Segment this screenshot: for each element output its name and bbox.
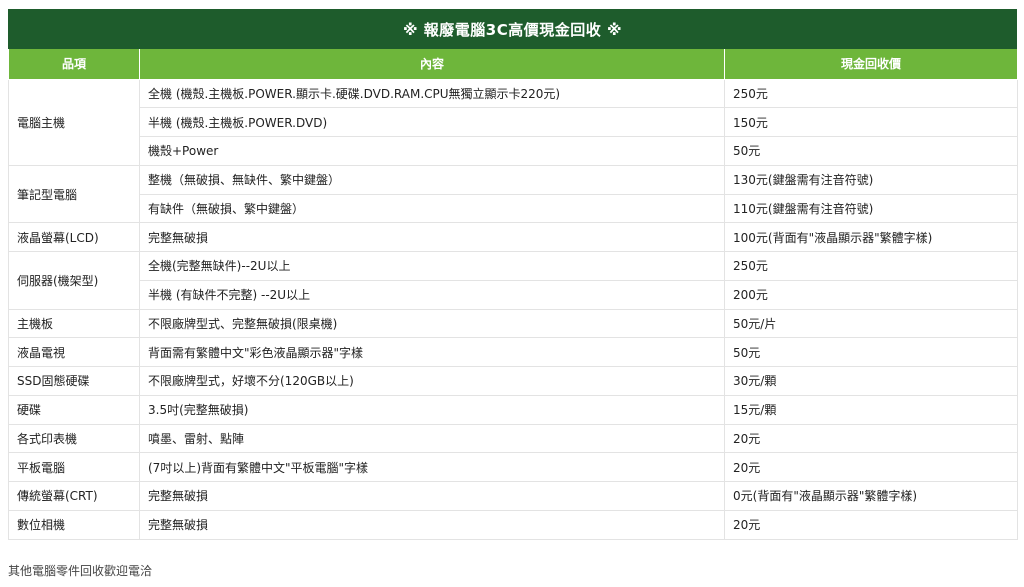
row-price-cell: 20元 bbox=[724, 423, 1018, 454]
table-row: 主機板 不限廠牌型式、完整無破損(限桌機) 50元/片 bbox=[8, 308, 1018, 339]
row-item-cell: 液晶電視 bbox=[8, 337, 140, 367]
row-content-cell: 不限廠牌型式、完整無破損(限桌機) bbox=[139, 308, 725, 339]
row-price-cell: 15元/顆 bbox=[724, 394, 1018, 425]
row-item-cell: 主機板 bbox=[8, 308, 140, 339]
row-content-cell: 全機(完整無缺件)--2U以上 bbox=[139, 251, 725, 281]
table-row: 液晶螢幕(LCD) 完整無破損 100元(背面有"液晶顯示器"繁體字樣) bbox=[8, 222, 1018, 252]
row-price-cell: 100元(背面有"液晶顯示器"繁體字樣) bbox=[724, 222, 1018, 252]
row-content-cell: (7吋以上)背面有繁體中文"平板電腦"字樣 bbox=[139, 452, 725, 482]
table-row: 伺服器(機架型) 全機(完整無缺件)--2U以上 250元 bbox=[8, 251, 1018, 310]
row-price-cell: 50元 bbox=[724, 136, 1018, 166]
table-row: 機殼+Power 50元 bbox=[9, 136, 1018, 166]
row-item-cell: SSD固態硬碟 bbox=[8, 366, 140, 396]
table-row: 平板電腦 (7吋以上)背面有繁體中文"平板電腦"字樣 20元 bbox=[8, 452, 1018, 482]
row-content-cell: 有缺件（無破損、繁中鍵盤） bbox=[139, 193, 725, 224]
row-price-cell: 130元(鍵盤需有注音符號) bbox=[724, 164, 1018, 195]
row-content-cell: 半機 (機殼.主機板.POWER.DVD) bbox=[139, 107, 725, 137]
table-row: SSD固態硬碟 不限廠牌型式，好壞不分(120GB以上) 30元/顆 bbox=[8, 366, 1018, 396]
row-item-cell: 各式印表機 bbox=[8, 423, 140, 454]
row-price-cell: 250元 bbox=[724, 78, 1018, 109]
row-item-cell: 平板電腦 bbox=[8, 452, 140, 482]
row-price-cell: 200元 bbox=[724, 279, 1018, 310]
row-price-cell: 110元(鍵盤需有注音符號) bbox=[724, 193, 1018, 224]
row-price-cell: 50元/片 bbox=[724, 308, 1018, 339]
table-body: 電腦主機 全機 (機殼.主機板.POWER.顯示卡.硬碟.DVD.RAM.CPU無… bbox=[8, 78, 1018, 540]
row-item-cell: 傳統螢幕(CRT) bbox=[8, 481, 140, 511]
row-content-cell: 3.5吋(完整無破損) bbox=[139, 394, 725, 425]
row-price-cell: 250元 bbox=[724, 251, 1018, 281]
row-content-cell: 半機 (有缺件不完整) --2U以上 bbox=[139, 279, 725, 310]
row-item-cell: 硬碟 bbox=[8, 394, 140, 425]
row-content-cell: 全機 (機殼.主機板.POWER.顯示卡.硬碟.DVD.RAM.CPU無獨立顯示… bbox=[139, 78, 725, 109]
row-price-cell: 150元 bbox=[724, 107, 1018, 137]
table-row: 筆記型電腦 整機（無破損、無缺件、繁中鍵盤） 130元(鍵盤需有注音符號) bbox=[8, 164, 1018, 224]
table-row: 有缺件（無破損、繁中鍵盤） 110元(鍵盤需有注音符號) bbox=[9, 193, 1018, 224]
table-title: ※ 報廢電腦3C高價現金回收 ※ bbox=[8, 9, 1017, 49]
table-row: 數位相機 完整無破損 20元 bbox=[8, 509, 1018, 540]
row-price-cell: 0元(背面有"液晶顯示器"繁體字樣) bbox=[724, 481, 1018, 511]
table-row: 電腦主機 全機 (機殼.主機板.POWER.顯示卡.硬碟.DVD.RAM.CPU無… bbox=[8, 78, 1018, 166]
row-content-cell: 不限廠牌型式，好壞不分(120GB以上) bbox=[139, 366, 725, 396]
row-content-cell: 機殼+Power bbox=[139, 136, 725, 166]
row-price-cell: 50元 bbox=[724, 337, 1018, 367]
row-item-cell: 液晶螢幕(LCD) bbox=[8, 222, 140, 252]
table-row: 各式印表機 噴墨、雷射、點陣 20元 bbox=[8, 423, 1018, 454]
table-row: 傳統螢幕(CRT) 完整無破損 0元(背面有"液晶顯示器"繁體字樣) bbox=[8, 481, 1018, 511]
row-item-cell: 數位相機 bbox=[8, 509, 140, 540]
header-price: 現金回收價 bbox=[724, 49, 1018, 80]
header-item: 品項 bbox=[8, 49, 140, 80]
row-item-cell: 電腦主機 bbox=[8, 78, 140, 166]
header-content: 內容 bbox=[139, 49, 725, 80]
table-row: 硬碟 3.5吋(完整無破損) 15元/顆 bbox=[8, 394, 1018, 425]
row-item-cell: 筆記型電腦 bbox=[8, 164, 140, 224]
row-content-cell: 完整無破損 bbox=[139, 481, 725, 511]
row-price-cell: 20元 bbox=[724, 452, 1018, 482]
row-item-cell: 伺服器(機架型) bbox=[8, 251, 140, 310]
row-content-cell: 整機（無破損、無缺件、繁中鍵盤） bbox=[139, 164, 725, 195]
row-content-cell: 背面需有繁體中文"彩色液晶顯示器"字樣 bbox=[139, 337, 725, 367]
recycle-price-table: 品項 內容 現金回收價 電腦主機 全機 (機殼.主機板.POWER.顯示卡.硬碟.… bbox=[8, 49, 1018, 540]
footer-note: 其他電腦零件回收歡迎電洽 bbox=[8, 564, 153, 578]
table-row: 半機 (有缺件不完整) --2U以上 200元 bbox=[9, 279, 1018, 310]
row-content-cell: 完整無破損 bbox=[139, 509, 725, 540]
price-table-container: ※ 報廢電腦3C高價現金回收 ※ 品項 內容 現金回收價 電腦主機 全機 (機殼.… bbox=[8, 9, 1018, 540]
row-content-cell: 完整無破損 bbox=[139, 222, 725, 252]
table-row: 半機 (機殼.主機板.POWER.DVD) 150元 bbox=[9, 107, 1018, 137]
table-row: 液晶電視 背面需有繁體中文"彩色液晶顯示器"字樣 50元 bbox=[8, 337, 1018, 367]
row-price-cell: 20元 bbox=[724, 509, 1018, 540]
table-header-row: 品項 內容 現金回收價 bbox=[8, 49, 1018, 80]
row-price-cell: 30元/顆 bbox=[724, 366, 1018, 396]
row-content-cell: 噴墨、雷射、點陣 bbox=[139, 423, 725, 454]
